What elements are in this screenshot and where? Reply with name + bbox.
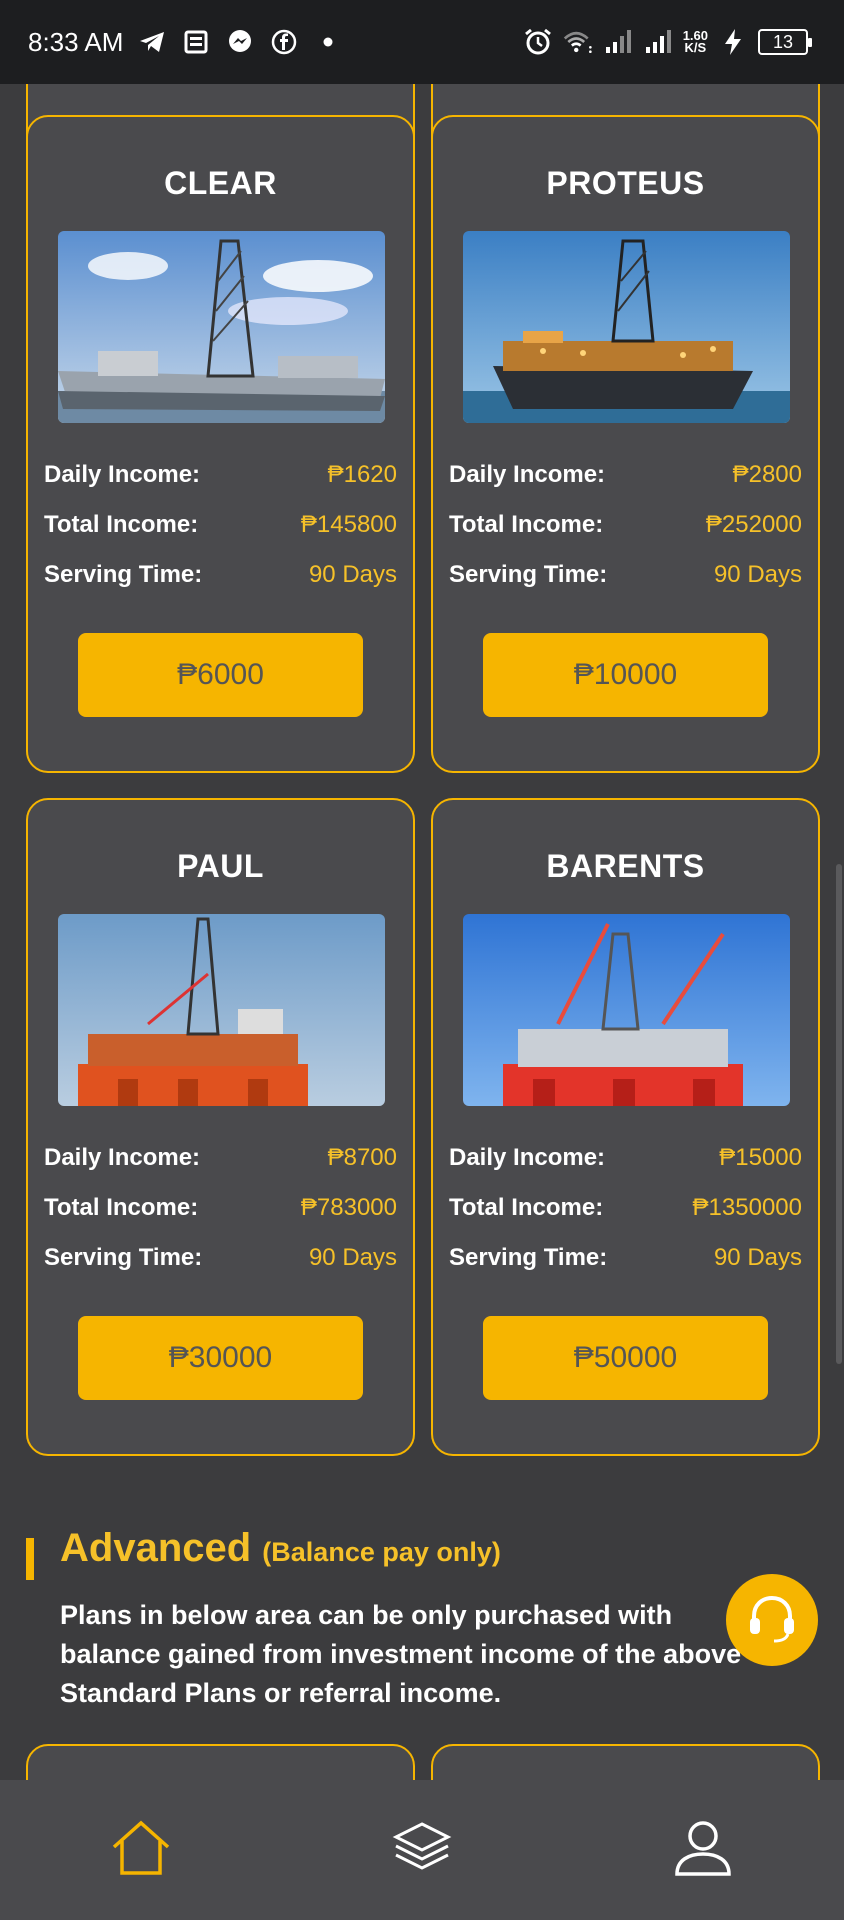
scrollbar-thumb[interactable] bbox=[836, 864, 842, 1364]
plan-image bbox=[58, 914, 385, 1106]
plan-image bbox=[58, 231, 385, 423]
nav-profile[interactable] bbox=[668, 1815, 738, 1885]
battery-indicator: 13 bbox=[758, 29, 812, 55]
serving-time-label: Serving Time: bbox=[449, 1244, 608, 1271]
advanced-title: Advanced bbox=[60, 1526, 252, 1570]
status-time: 8:33 AM bbox=[28, 26, 124, 57]
serving-time-value: 90 Days bbox=[308, 561, 397, 588]
facebook-icon bbox=[269, 27, 299, 57]
plan-card-clear: CLEAR Daily Income: ₱1620 Total Income: ₱1… bbox=[26, 115, 415, 773]
plans-scroll-area[interactable]: CLEAR Daily Income: ₱1620 Total Income: ₱1… bbox=[0, 84, 844, 1780]
plan-card-paul: PAUL Daily Income: ₱8700 Total Income: ₱78… bbox=[26, 798, 415, 1456]
serving-time-value: 90 Days bbox=[713, 1244, 802, 1271]
nav-plans[interactable] bbox=[387, 1815, 457, 1885]
serving-time-label: Serving Time: bbox=[44, 561, 203, 588]
total-income-label: Total Income: bbox=[449, 511, 604, 538]
charging-icon bbox=[718, 27, 748, 57]
daily-income-label: Daily Income: bbox=[44, 1144, 201, 1171]
total-income-value: ₱145800 bbox=[300, 511, 397, 538]
plan-name: PROTEUS bbox=[546, 165, 705, 201]
status-bar: 8:33 AM 1.60 K/S 13 bbox=[0, 0, 844, 84]
section-title: Advanced (Balance pay only) bbox=[60, 1526, 501, 1571]
buy-plan-button[interactable]: ₱6000 bbox=[78, 633, 363, 717]
daily-income-value: ₱1620 bbox=[327, 461, 397, 488]
signal-icon bbox=[643, 27, 673, 57]
alarm-icon bbox=[523, 27, 553, 57]
total-income-label: Total Income: bbox=[449, 1194, 604, 1221]
headset-icon bbox=[744, 1590, 800, 1651]
dot-icon bbox=[313, 27, 343, 57]
network-speed-unit: K/S bbox=[684, 40, 707, 55]
plan-card-barents: BARENTS Daily Income: ₱15000 Total Income… bbox=[431, 798, 820, 1456]
customer-support-button[interactable] bbox=[726, 1574, 818, 1666]
user-icon bbox=[673, 1818, 733, 1883]
serving-time-label: Serving Time: bbox=[44, 1244, 203, 1271]
wifi-icon bbox=[563, 27, 593, 57]
plan-name: CLEAR bbox=[164, 165, 277, 201]
total-income-value: ₱1350000 bbox=[692, 1194, 802, 1221]
plan-card-partial bbox=[26, 1744, 415, 1780]
advanced-description: Plans in below area can be only purchase… bbox=[60, 1600, 742, 1708]
plan-image bbox=[463, 914, 790, 1106]
messenger-icon bbox=[225, 27, 255, 57]
signal-icon bbox=[603, 27, 633, 57]
serving-time-value: 90 Days bbox=[713, 561, 802, 588]
advanced-subtitle: (Balance pay only) bbox=[262, 1537, 501, 1567]
daily-income-value: ₱8700 bbox=[327, 1144, 397, 1171]
daily-income-value: ₱15000 bbox=[719, 1144, 802, 1171]
daily-income-label: Daily Income: bbox=[449, 461, 606, 488]
total-income-value: ₱252000 bbox=[705, 511, 802, 538]
total-income-label: Total Income: bbox=[44, 1194, 199, 1221]
daily-income-label: Daily Income: bbox=[44, 461, 201, 488]
buy-plan-button[interactable]: ₱30000 bbox=[78, 1316, 363, 1400]
news-icon bbox=[181, 27, 211, 57]
nav-home[interactable] bbox=[106, 1815, 176, 1885]
bottom-navigation bbox=[0, 1780, 844, 1920]
network-speed: 1.60 K/S bbox=[683, 29, 708, 55]
section-accent-bar bbox=[26, 1538, 34, 1580]
serving-time-value: 90 Days bbox=[308, 1244, 397, 1271]
total-income-value: ₱783000 bbox=[300, 1194, 397, 1221]
serving-time-label: Serving Time: bbox=[449, 561, 608, 588]
plan-card-partial bbox=[431, 1744, 820, 1780]
plan-card-proteus: PROTEUS Daily Income: ₱2800 Total Income:… bbox=[431, 115, 820, 773]
buy-plan-button[interactable]: ₱10000 bbox=[483, 633, 768, 717]
daily-income-label: Daily Income: bbox=[449, 1144, 606, 1171]
plan-image bbox=[463, 231, 790, 423]
plan-name: PAUL bbox=[177, 848, 264, 884]
layers-icon bbox=[392, 1820, 452, 1881]
buy-plan-button[interactable]: ₱50000 bbox=[483, 1316, 768, 1400]
daily-income-value: ₱2800 bbox=[732, 461, 802, 488]
plan-name: BARENTS bbox=[546, 848, 705, 884]
telegram-icon bbox=[137, 27, 167, 57]
total-income-label: Total Income: bbox=[44, 511, 199, 538]
home-icon bbox=[110, 1819, 172, 1882]
